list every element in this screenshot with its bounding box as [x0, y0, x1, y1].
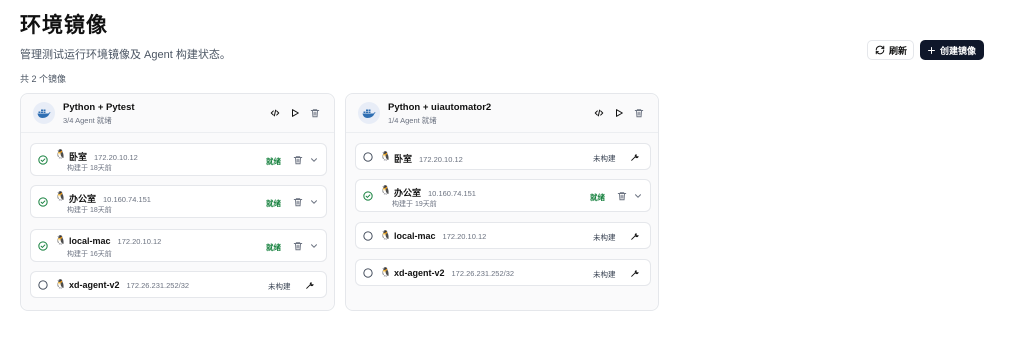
docker-icon [33, 102, 55, 124]
empty-circle-icon [363, 268, 373, 278]
card-header: Python + uiautomator2 1/4 Agent 就绪 [346, 94, 658, 133]
plus-icon [928, 46, 935, 54]
build-time: 构建于 16天前 [67, 251, 112, 258]
agent-row[interactable]: 🐧 卧室 172.20.10.12 构建于 18天前 就绪 [30, 143, 327, 176]
linux-icon: 🐧 [55, 279, 67, 289]
agent-ip: 172.20.10.12 [419, 155, 463, 164]
create-image-label: 创建镜像 [940, 45, 977, 56]
play-icon[interactable] [613, 107, 625, 119]
wrench-icon[interactable] [305, 280, 315, 290]
agent-list: 🐧 卧室 172.20.10.12 未构建 🐧 办公室 10.160.74.151 … [346, 133, 658, 310]
page-title: 环境镜像 [20, 14, 108, 37]
agent-ip: 10.160.74.151 [428, 189, 476, 198]
linux-icon: 🐧 [380, 185, 392, 195]
chevron-down-icon[interactable] [309, 241, 319, 251]
trash-icon[interactable] [293, 155, 303, 165]
agent-host: xd-agent-v2 172.26.231.252/32 [394, 268, 515, 278]
build-time: 构建于 18天前 [67, 165, 112, 172]
agent-list: 🐧 卧室 172.20.10.12 构建于 18天前 就绪 🐧 办公室 10.160… [21, 133, 334, 310]
check-circle-icon [38, 197, 48, 207]
agent-row[interactable]: 🐧 办公室 10.160.74.151 构建于 19天前 就绪 [355, 179, 651, 212]
wrench-icon[interactable] [630, 152, 640, 162]
agent-host: xd-agent-v2 172.26.231.252/32 [69, 280, 190, 290]
status-badge: 未构建 [593, 270, 616, 279]
check-circle-icon [38, 155, 48, 165]
build-time: 构建于 19天前 [392, 201, 437, 208]
refresh-icon [875, 45, 885, 55]
docker-icon [358, 102, 380, 124]
agent-row[interactable]: 🐧 办公室 10.160.74.151 构建于 18天前 就绪 [30, 185, 327, 218]
status-badge: 未构建 [593, 154, 616, 163]
agent-ip: 172.20.10.12 [94, 153, 138, 162]
code-icon[interactable] [269, 107, 281, 119]
agent-ip: 172.20.10.12 [442, 232, 487, 241]
agent-host: local-mac 172.20.10.12 [69, 236, 162, 246]
chevron-down-icon[interactable] [309, 155, 319, 165]
image-name: Python + Pytest [63, 102, 135, 113]
chevron-down-icon[interactable] [309, 197, 319, 207]
code-icon[interactable] [593, 107, 605, 119]
image-card-uiautomator2: Python + uiautomator2 1/4 Agent 就绪 🐧 卧室 1… [345, 93, 659, 311]
status-badge: 未构建 [593, 233, 616, 242]
linux-icon: 🐧 [55, 149, 67, 159]
linux-icon: 🐧 [380, 267, 392, 277]
build-time: 构建于 18天前 [67, 207, 112, 214]
trash-icon[interactable] [293, 241, 303, 251]
trash-icon[interactable] [633, 107, 645, 119]
status-badge: 就绪 [266, 199, 281, 208]
status-badge: 就绪 [266, 243, 281, 252]
agent-ready-count: 1/4 Agent 就绪 [388, 116, 437, 125]
agent-ip: 172.26.231.252/32 [451, 269, 515, 278]
agent-host: 办公室 10.160.74.151 [394, 188, 476, 198]
trash-icon[interactable] [293, 197, 303, 207]
play-icon[interactable] [289, 107, 301, 119]
status-badge: 就绪 [590, 193, 605, 202]
agent-host: 卧室 172.20.10.12 [69, 152, 138, 162]
agent-host: 卧室 172.20.10.12 [394, 154, 463, 164]
linux-icon: 🐧 [55, 191, 67, 201]
refresh-label: 刷新 [889, 45, 908, 56]
agent-row[interactable]: 🐧 xd-agent-v2 172.26.231.252/32 未构建 [355, 259, 651, 286]
status-badge: 就绪 [266, 157, 281, 166]
agent-ready-count: 3/4 Agent 就绪 [63, 116, 112, 125]
agent-ip: 10.160.74.151 [103, 195, 151, 204]
empty-circle-icon [363, 231, 373, 241]
check-circle-icon [38, 241, 48, 251]
agent-host: local-mac 172.20.10.12 [394, 231, 487, 241]
image-name: Python + uiautomator2 [388, 102, 492, 113]
card-header: Python + Pytest 3/4 Agent 就绪 [21, 94, 334, 133]
agent-ip: 172.26.231.252/32 [126, 281, 190, 290]
linux-icon: 🐧 [380, 151, 392, 161]
trash-icon[interactable] [617, 191, 627, 201]
page-description: 管理测试运行环境镜像及 Agent 构建状态。 [20, 49, 231, 61]
agent-host: 办公室 10.160.74.151 [69, 194, 151, 204]
agent-ip: 172.20.10.12 [117, 237, 162, 246]
agent-row[interactable]: 🐧 local-mac 172.20.10.12 未构建 [355, 222, 651, 249]
agent-row[interactable]: 🐧 local-mac 172.20.10.12 构建于 16天前 就绪 [30, 229, 327, 262]
wrench-icon[interactable] [630, 231, 640, 241]
status-badge: 未构建 [268, 282, 291, 291]
linux-icon: 🐧 [380, 230, 392, 240]
empty-circle-icon [363, 152, 373, 162]
image-card-pytest: Python + Pytest 3/4 Agent 就绪 🐧 卧室 172.20.… [20, 93, 335, 311]
agent-row[interactable]: 🐧 xd-agent-v2 172.26.231.252/32 未构建 [30, 271, 327, 298]
check-circle-icon [363, 191, 373, 201]
agent-row[interactable]: 🐧 卧室 172.20.10.12 未构建 [355, 143, 651, 170]
linux-icon: 🐧 [55, 235, 67, 245]
trash-icon[interactable] [309, 107, 321, 119]
empty-circle-icon [38, 280, 48, 290]
refresh-button[interactable]: 刷新 [867, 40, 914, 60]
chevron-down-icon[interactable] [633, 191, 643, 201]
image-count: 共 2 个镜像 [20, 74, 67, 84]
wrench-icon[interactable] [630, 268, 640, 278]
create-image-button[interactable]: 创建镜像 [920, 40, 984, 60]
